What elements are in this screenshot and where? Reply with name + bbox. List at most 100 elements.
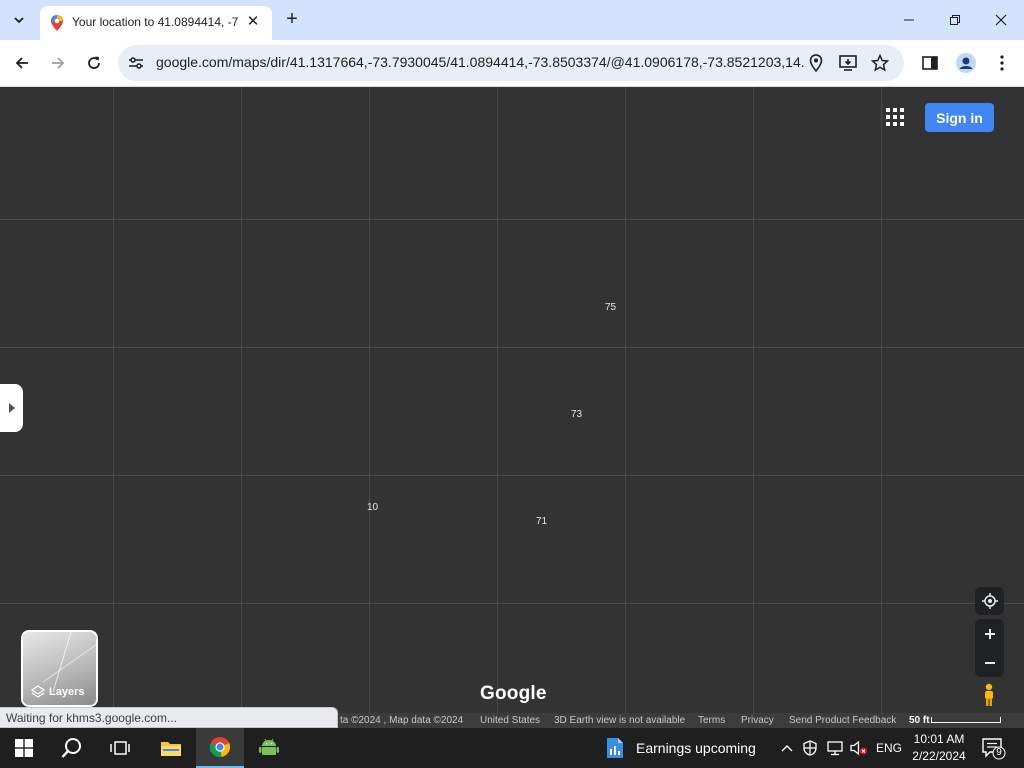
profile-button[interactable] (954, 51, 978, 75)
map-tile-edge (0, 219, 1024, 220)
more-vert-icon (1000, 55, 1004, 71)
side-panel-icon (922, 56, 938, 70)
site-info-icon[interactable] (128, 55, 144, 71)
earth-view-note: 3D Earth view is not available (554, 715, 686, 726)
bookmark-star-icon[interactable] (870, 53, 890, 73)
map-tile-edge (113, 87, 114, 728)
tab-search-button[interactable] (6, 8, 32, 32)
android-icon (259, 738, 279, 755)
google-apps-button[interactable] (882, 104, 908, 130)
map-tile-edge (0, 347, 1024, 348)
map-tile-edge (753, 87, 754, 728)
zoom-in-button[interactable] (975, 619, 1004, 648)
expand-side-panel-button[interactable] (0, 384, 23, 432)
reload-button[interactable] (82, 51, 106, 75)
zoom-out-button[interactable] (975, 648, 1004, 677)
map-tile-edge (881, 87, 882, 728)
show-hidden-icons-button[interactable] (777, 728, 797, 768)
defender-tray-button[interactable] (800, 728, 820, 768)
address-bar[interactable]: google.com/maps/dir/41.1317664,-73.79300… (118, 45, 904, 81)
search-button[interactable] (48, 728, 96, 768)
windows-logo-icon (15, 739, 33, 757)
clock-time: 10:01 AM (913, 732, 965, 746)
privacy-link[interactable]: Privacy (741, 715, 774, 726)
tab-title: Your location to 41.0894414, -7 (72, 15, 239, 29)
news-text: Earnings upcoming (636, 740, 756, 756)
task-view-icon (110, 741, 130, 755)
url-text[interactable]: google.com/maps/dir/41.1317664,-73.79300… (156, 54, 806, 70)
layers-icon (31, 685, 45, 698)
forward-arrow-icon (52, 57, 65, 69)
restore-icon (950, 15, 960, 25)
forward-button[interactable] (46, 51, 70, 75)
volume-muted-icon (850, 740, 867, 756)
map-data-attribution: ta ©2024 , Map data ©2024 (340, 715, 464, 726)
clock[interactable]: 10:01 AM 2/22/2024 (908, 731, 970, 765)
country-label[interactable]: United States (480, 715, 540, 726)
satellite-thumbnail (42, 632, 96, 692)
map-tile-edge (369, 87, 370, 728)
map-tile-edge (0, 475, 1024, 476)
chrome-icon (209, 737, 231, 758)
map-canvas[interactable]: 75 73 10 71 Sign in Layers Google ta ©20… (0, 87, 1024, 728)
windows-taskbar: Earnings upcoming ENG 10:01 AM 2/22/2024… (0, 728, 1024, 768)
new-tab-button[interactable]: + (282, 9, 302, 29)
map-tile-edge (0, 603, 1024, 604)
search-icon (61, 738, 81, 758)
road-number-label: 73 (571, 409, 583, 420)
plus-icon (984, 628, 995, 639)
map-tile-edge (497, 87, 498, 728)
google-maps-icon (51, 15, 63, 31)
layers-label: Layers (49, 686, 85, 698)
close-icon (995, 14, 1007, 26)
apps-grid-icon (886, 108, 904, 126)
profile-avatar-icon (956, 53, 976, 73)
terms-link[interactable]: Terms (698, 715, 725, 726)
notification-count-badge: 9 (996, 747, 1002, 758)
browser-status-bubble: Waiting for khms3.google.com... (0, 707, 338, 728)
active-tab[interactable]: Your location to 41.0894414, -7 ✕ (40, 6, 272, 40)
browser-menu-button[interactable] (990, 51, 1014, 75)
side-panel-button[interactable] (918, 51, 942, 75)
road-number-label: 75 (605, 302, 617, 313)
start-button[interactable] (0, 728, 48, 768)
tab-close-icon[interactable]: ✕ (244, 13, 262, 31)
road-number-label: 71 (536, 516, 548, 527)
close-window-button[interactable] (989, 8, 1013, 32)
zoom-controls (975, 619, 1004, 677)
network-tray-button[interactable] (824, 728, 846, 768)
clock-date: 2/22/2024 (912, 749, 966, 763)
chrome-taskbar-button[interactable] (196, 728, 244, 768)
network-icon (827, 741, 843, 756)
language-indicator[interactable]: ENG (876, 741, 902, 755)
tab-strip: Your location to 41.0894414, -7 ✕ + (0, 0, 1024, 40)
windows-security-icon (803, 740, 817, 756)
layers-button[interactable]: Layers (21, 630, 98, 707)
location-pin-icon[interactable] (806, 53, 826, 73)
news-widget[interactable]: Earnings upcoming (604, 728, 756, 768)
minus-icon (984, 661, 995, 664)
chevron-down-icon (14, 17, 24, 24)
android-studio-button[interactable] (246, 728, 292, 768)
sign-in-button[interactable]: Sign in (925, 103, 994, 132)
back-arrow-icon (15, 57, 28, 69)
pegman-icon[interactable] (981, 683, 997, 707)
minimize-button[interactable] (897, 8, 921, 32)
google-logo: Google (480, 683, 547, 704)
task-view-button[interactable] (96, 728, 144, 768)
feedback-link[interactable]: Send Product Feedback (789, 715, 896, 726)
road-number-label: 10 (367, 502, 379, 513)
minimize-icon (904, 19, 914, 21)
action-center-button[interactable]: 9 (982, 738, 1006, 760)
install-app-icon[interactable] (838, 53, 858, 73)
my-location-button[interactable] (975, 587, 1004, 615)
volume-tray-button[interactable] (848, 728, 870, 768)
back-button[interactable] (10, 51, 34, 75)
scale-bar[interactable] (931, 717, 1001, 723)
scale-label[interactable]: 50 ft (909, 715, 930, 726)
map-tile-edge (241, 87, 242, 728)
restore-button[interactable] (943, 8, 967, 32)
chevron-right-icon (8, 403, 15, 413)
chevron-up-icon (781, 745, 793, 752)
file-explorer-button[interactable] (148, 728, 194, 768)
